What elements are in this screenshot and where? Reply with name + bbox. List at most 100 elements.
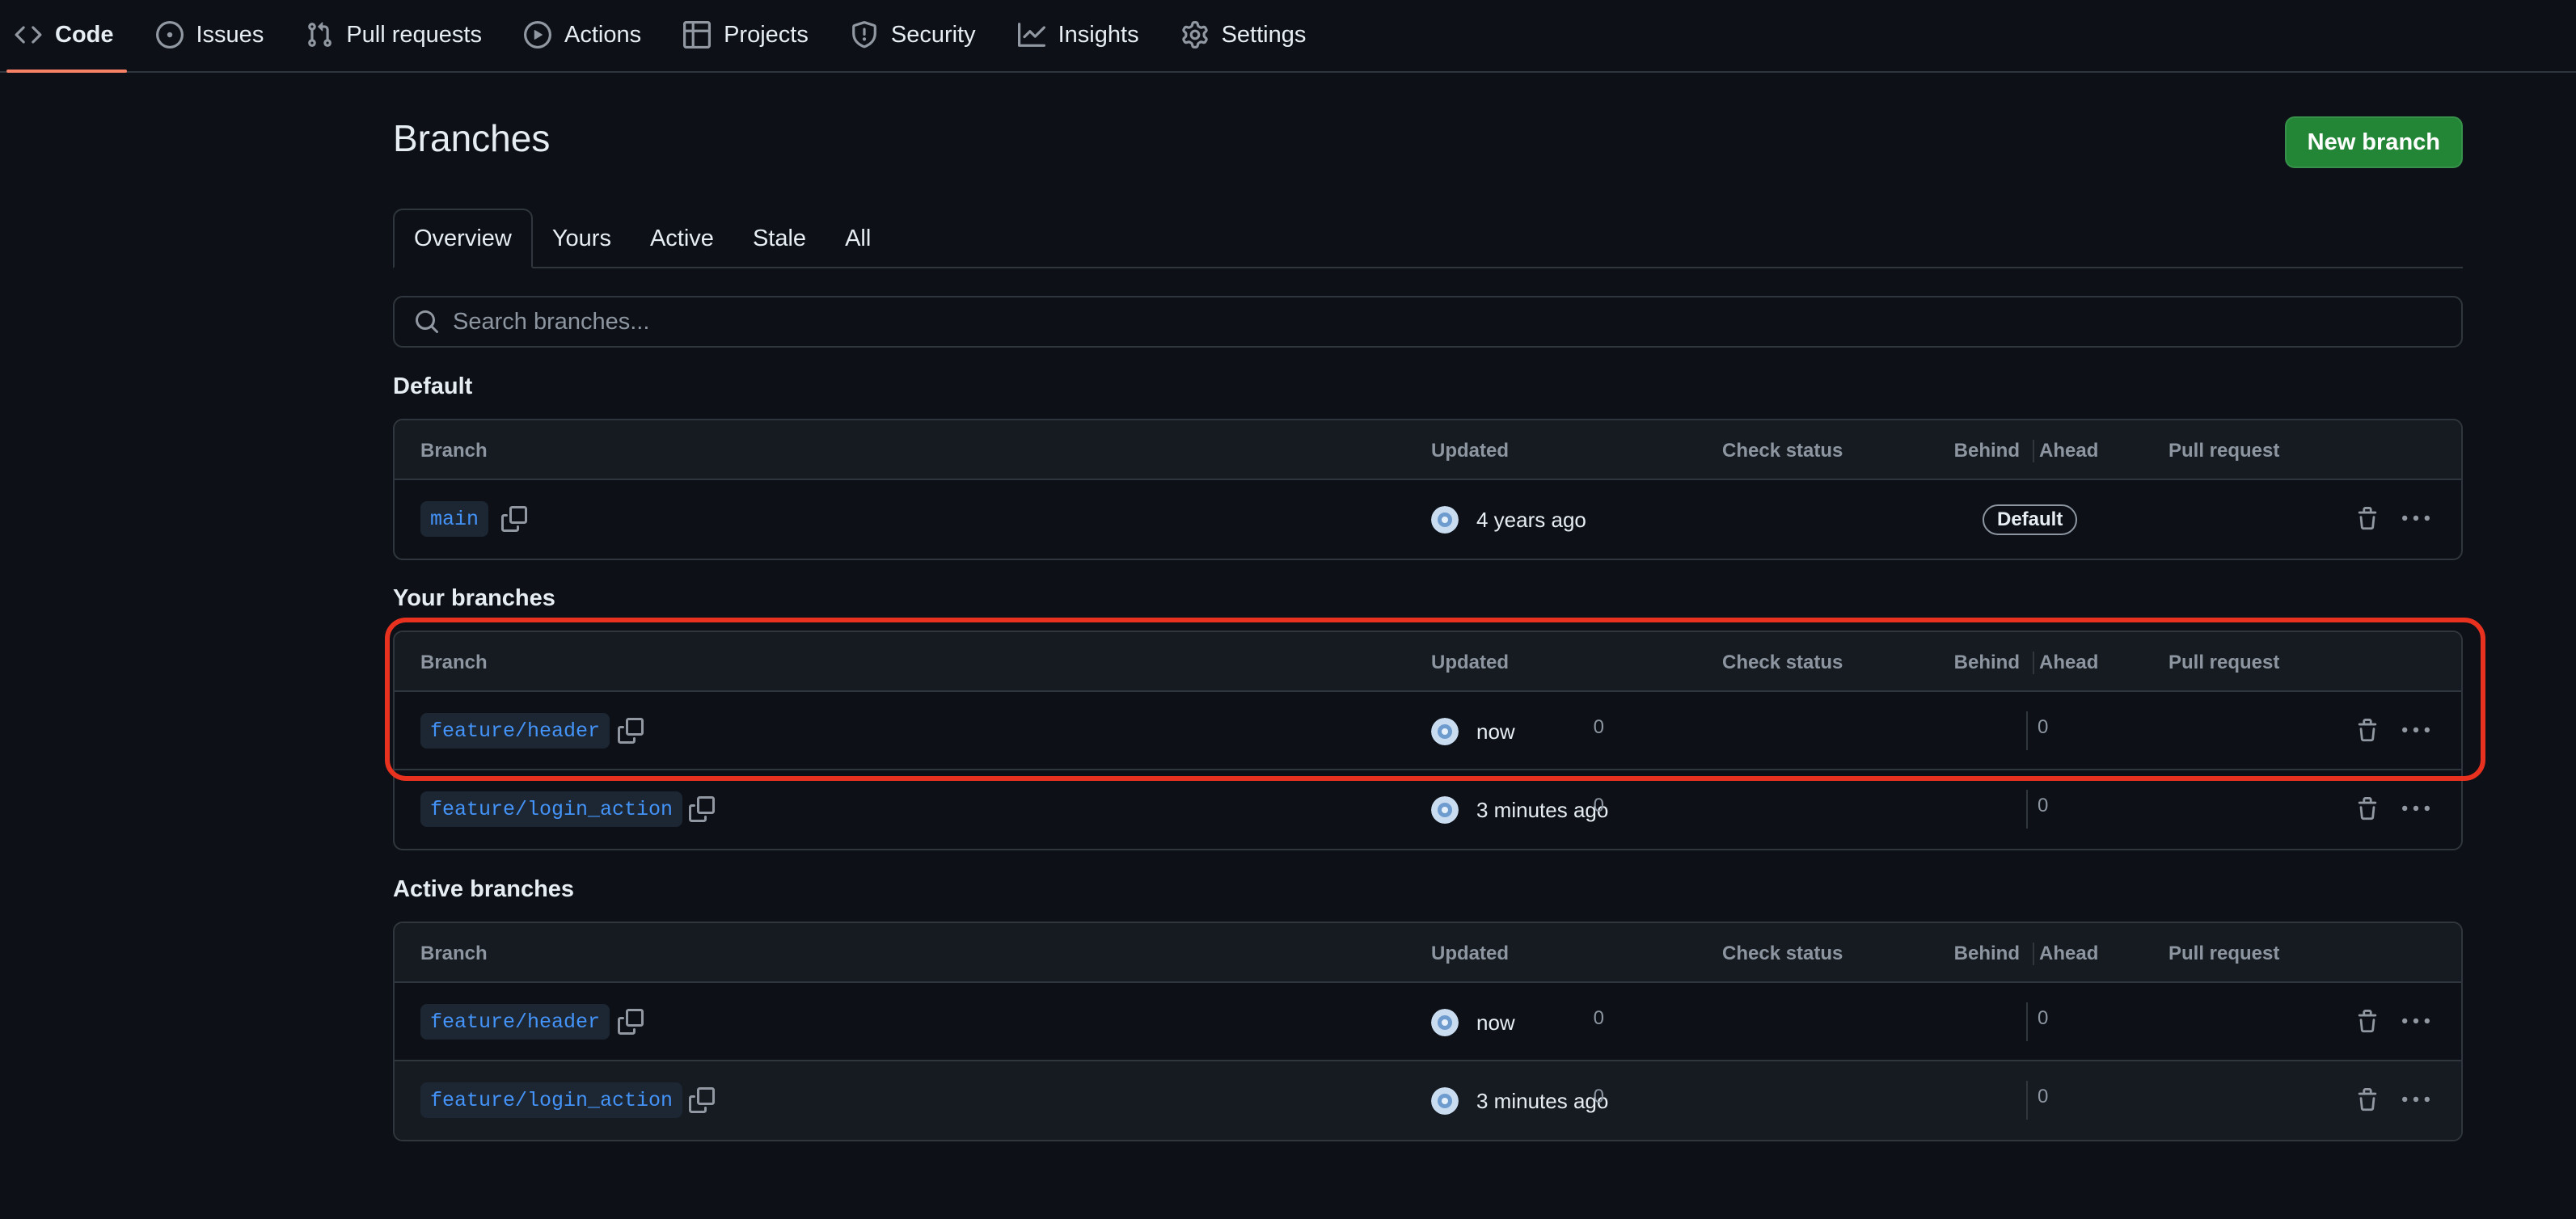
more-options-icon[interactable] xyxy=(2400,1086,2432,1115)
code-icon xyxy=(15,21,42,49)
avatar[interactable] xyxy=(1431,1009,1459,1036)
tab-actions-label: Actions xyxy=(564,21,642,48)
col-updated: Updated xyxy=(1431,652,1509,673)
graph-icon xyxy=(1017,21,1045,49)
behind-count: 0 xyxy=(1593,1007,1604,1029)
tab-insights-label: Insights xyxy=(1058,21,1139,48)
repo-nav: Code Issues Pull requests Actions Projec… xyxy=(0,0,2576,73)
shield-icon xyxy=(851,21,878,49)
tab-issues-label: Issues xyxy=(196,21,264,48)
more-options-icon[interactable] xyxy=(2400,716,2432,745)
section-title-your-branches: Your branches xyxy=(393,585,555,611)
branch-filter-tabs: Overview Yours Active Stale All xyxy=(393,209,2463,268)
branch-name-link[interactable]: feature/header xyxy=(420,1004,610,1040)
branch-name-link[interactable]: main xyxy=(420,501,489,537)
tab-pull-requests-label: Pull requests xyxy=(346,21,482,48)
more-options-icon[interactable] xyxy=(2400,795,2432,824)
copy-icon[interactable] xyxy=(500,504,529,534)
tab-active[interactable]: Active xyxy=(631,209,733,268)
col-branch: Branch xyxy=(420,652,488,673)
col-pull-request: Pull request xyxy=(2168,943,2280,964)
tab-settings-label: Settings xyxy=(1221,21,1307,48)
updated-time: 3 minutes ago xyxy=(1476,798,1609,822)
copy-icon[interactable] xyxy=(616,716,645,745)
table-row: feature/header now 0 0 xyxy=(395,692,2461,770)
search-branches xyxy=(393,296,2463,348)
tab-insights[interactable]: Insights xyxy=(1003,0,1152,71)
behind-count: 0 xyxy=(1593,795,1604,816)
updated-time: now xyxy=(1476,1010,1515,1035)
branch-name-link[interactable]: feature/login_action xyxy=(420,1082,683,1118)
tab-pull-requests[interactable]: Pull requests xyxy=(291,0,495,71)
table-row: feature/login_action 3 minutes ago 0 0 xyxy=(395,1061,2461,1140)
issue-opened-icon xyxy=(155,21,184,49)
tab-yours[interactable]: Yours xyxy=(533,209,631,268)
tab-settings[interactable]: Settings xyxy=(1167,0,1320,71)
col-branch: Branch xyxy=(420,943,488,964)
tab-code[interactable]: Code xyxy=(0,0,127,73)
section-title-default: Default xyxy=(393,373,473,399)
tab-projects-label: Projects xyxy=(724,21,809,48)
updated-time: 4 years ago xyxy=(1476,508,1586,532)
tab-security[interactable]: Security xyxy=(836,0,989,71)
avatar[interactable] xyxy=(1431,506,1459,534)
col-updated: Updated xyxy=(1431,440,1509,462)
ahead-behind-divider xyxy=(2026,1081,2028,1120)
tab-projects[interactable]: Projects xyxy=(669,0,821,71)
col-ahead: Ahead xyxy=(2033,943,2098,965)
updated-time: now xyxy=(1476,719,1515,744)
col-ahead: Ahead xyxy=(2033,440,2098,462)
table-row: main 4 years ago Default xyxy=(395,480,2461,559)
col-check-status: Check status xyxy=(1722,943,1843,964)
tab-issues[interactable]: Issues xyxy=(141,0,277,71)
your-branches-table: Branch Updated Check status Behind Ahead… xyxy=(393,631,2463,850)
tab-actions[interactable]: Actions xyxy=(509,0,654,71)
trash-icon[interactable] xyxy=(2353,795,2382,824)
ahead-behind-divider xyxy=(2026,711,2028,750)
col-check-status: Check status xyxy=(1722,440,1843,462)
branch-name-link[interactable]: feature/login_action xyxy=(420,791,683,827)
more-options-icon[interactable] xyxy=(2400,1007,2432,1036)
trash-icon[interactable] xyxy=(2353,1086,2382,1115)
table-row: feature/login_action 3 minutes ago 0 0 xyxy=(395,770,2461,849)
copy-icon[interactable] xyxy=(687,1086,716,1115)
copy-icon[interactable] xyxy=(687,795,716,824)
search-input[interactable] xyxy=(453,308,2461,335)
trash-icon[interactable] xyxy=(2353,716,2382,745)
gear-icon xyxy=(1181,21,1209,49)
table-row: feature/header now 0 0 xyxy=(395,983,2461,1061)
tab-all[interactable]: All xyxy=(826,209,890,268)
updated-time: 3 minutes ago xyxy=(1476,1089,1609,1113)
col-ahead: Ahead xyxy=(2033,652,2098,674)
trash-icon[interactable] xyxy=(2353,1007,2382,1036)
tab-code-label: Code xyxy=(55,21,114,48)
behind-count: 0 xyxy=(1593,716,1604,738)
new-branch-button[interactable]: New branch xyxy=(2284,116,2463,168)
active-branches-table: Branch Updated Check status Behind Ahead… xyxy=(393,922,2463,1141)
ahead-count: 0 xyxy=(2038,1007,2049,1029)
tab-overview[interactable]: Overview xyxy=(393,209,533,268)
more-options-icon[interactable] xyxy=(2400,504,2432,534)
section-title-active-branches: Active branches xyxy=(393,876,575,902)
behind-count: 0 xyxy=(1593,1086,1604,1107)
col-behind: Behind xyxy=(1953,440,2020,462)
col-branch: Branch xyxy=(420,440,488,462)
col-pull-request: Pull request xyxy=(2168,440,2280,462)
tab-stale[interactable]: Stale xyxy=(733,209,826,268)
col-check-status: Check status xyxy=(1722,652,1843,673)
table-header: Branch Updated Check status Behind Ahead… xyxy=(395,923,2461,983)
col-updated: Updated xyxy=(1431,943,1509,964)
ahead-count: 0 xyxy=(2038,1086,2049,1107)
branch-name-link[interactable]: feature/header xyxy=(420,713,610,749)
col-pull-request: Pull request xyxy=(2168,652,2280,673)
table-icon xyxy=(683,21,712,49)
copy-icon[interactable] xyxy=(616,1007,645,1036)
avatar[interactable] xyxy=(1431,796,1459,824)
default-branches-table: Branch Updated Check status Behind Ahead… xyxy=(393,419,2463,560)
ahead-behind-divider xyxy=(2026,1002,2028,1041)
ahead-count: 0 xyxy=(2038,716,2049,738)
avatar[interactable] xyxy=(1431,718,1459,745)
trash-icon[interactable] xyxy=(2353,504,2382,534)
avatar[interactable] xyxy=(1431,1087,1459,1115)
col-behind: Behind xyxy=(1953,652,2020,673)
